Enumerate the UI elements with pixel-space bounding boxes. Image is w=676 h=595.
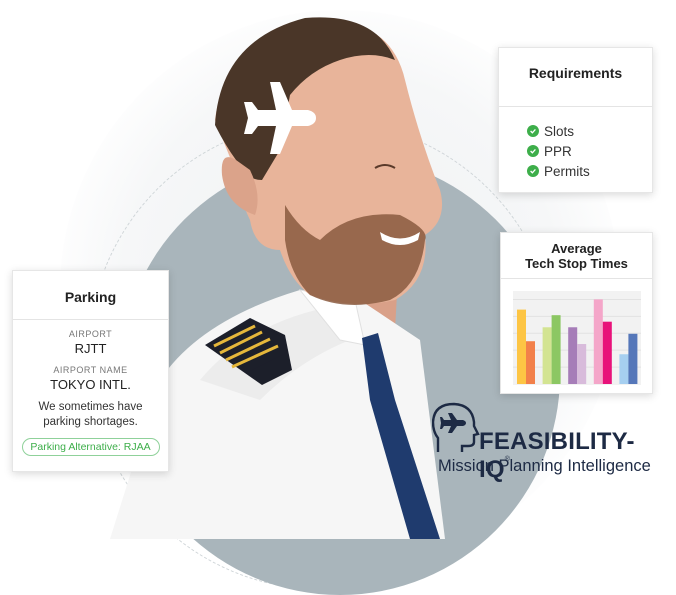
feasibility-iq-logo: FEASIBILITY-IQ® Mission Planning Intelli… (432, 400, 662, 483)
parking-card: Parking AIRPORT RJTT AIRPORT NAME TOKYO … (12, 270, 169, 472)
check-circle-icon (527, 165, 539, 177)
bar-2-B (551, 315, 561, 384)
chart-title: Average Tech Stop Times (501, 233, 652, 276)
bar-chart (513, 291, 641, 385)
airport-label: AIRPORT (68, 329, 113, 339)
head-airplane-icon (432, 402, 480, 452)
check-circle-icon (527, 125, 539, 137)
tech-stop-times-card: Average Tech Stop Times (500, 232, 653, 394)
requirement-label: Permits (544, 163, 590, 179)
requirement-item-slots: Slots (527, 121, 652, 141)
brand-tagline: Mission Planning Intelligence (438, 457, 651, 475)
airport-name-value: TOKYO INTL. (50, 377, 131, 392)
requirement-label: Slots (544, 123, 575, 139)
requirements-card: Requirements Slots PPR Permits (498, 47, 653, 193)
requirement-item-ppr: PPR (527, 141, 652, 161)
bar-5-B (628, 333, 638, 384)
parking-note-line1: We sometimes have (38, 401, 143, 413)
parking-note-line2: parking shortages. (43, 416, 138, 428)
bar-3-A (568, 327, 578, 384)
airport-name-label: AIRPORT NAME (53, 365, 128, 375)
bar-1-B (526, 341, 535, 384)
parking-alternative-badge: Parking Alternative: RJAA (21, 438, 160, 456)
check-circle-icon (527, 145, 539, 157)
requirements-title: Requirements (528, 65, 623, 81)
chart-title-line2: Tech Stop Times (525, 256, 628, 271)
requirement-label: PPR (544, 143, 572, 159)
bar-5-A (619, 354, 629, 384)
parking-note: We sometimes have parking shortages. (13, 400, 168, 430)
requirement-item-permits: Permits (527, 161, 652, 181)
airport-value: RJTT (74, 341, 107, 356)
bar-2-A (542, 327, 552, 384)
bar-1-A (517, 309, 526, 384)
parking-title: Parking (64, 289, 117, 305)
chart-title-line1: Average (551, 241, 602, 256)
requirements-list: Slots PPR Permits (499, 107, 652, 181)
card-divider (501, 278, 652, 279)
bar-3-B (577, 344, 587, 384)
bar-4-B (602, 321, 612, 384)
bar-4-A (593, 299, 603, 384)
